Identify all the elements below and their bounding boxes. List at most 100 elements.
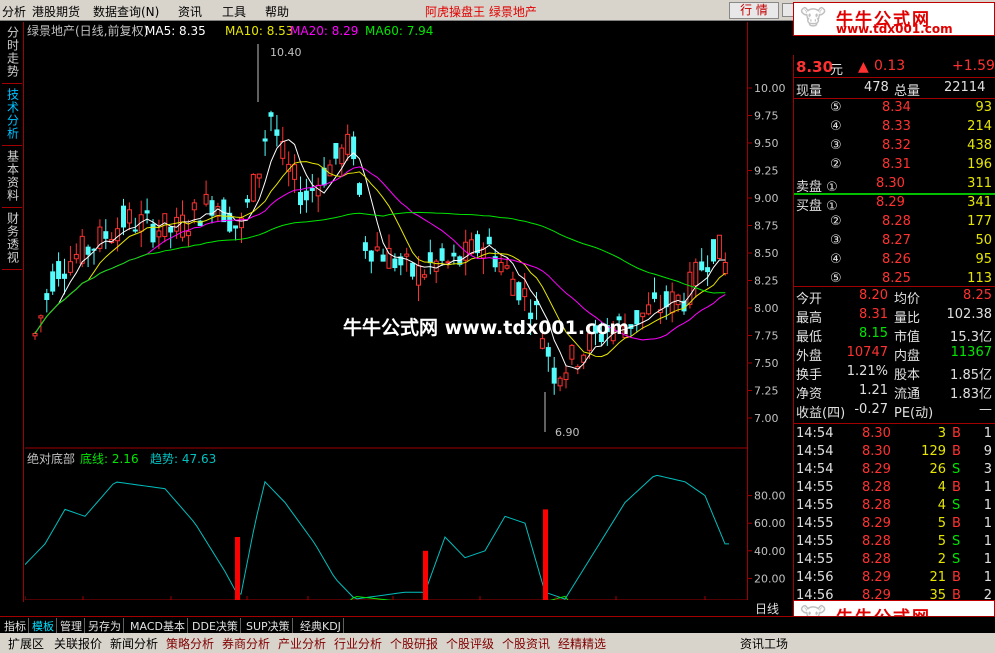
candle-body (215, 206, 221, 217)
menu-tools[interactable]: 工具 (222, 3, 246, 20)
candle-body (333, 143, 339, 159)
bottom-sector[interactable]: 行业分析 (334, 635, 382, 652)
price-tick: 8.50 (754, 247, 779, 260)
tab-technical[interactable]: 技术分析 (2, 88, 22, 146)
bottom-selection[interactable]: 经精精选 (558, 635, 606, 652)
tab-sup[interactable]: SUP决策 (244, 618, 293, 634)
stat-value: 1.21% (846, 364, 888, 379)
candle-body (256, 173, 262, 179)
bid-level: ② (830, 214, 842, 229)
tick-time: 14:55 (796, 480, 834, 495)
candle-body (62, 273, 67, 279)
menu-analysis[interactable]: 分析 (2, 3, 26, 20)
candle-body (303, 190, 309, 201)
stat-value: 1.21 (859, 383, 888, 398)
tick-side: S (952, 552, 961, 567)
menu-news[interactable]: 资讯 (178, 3, 202, 20)
stat-value: 1.85亿 (950, 368, 992, 383)
tick-price: 8.28 (862, 552, 891, 567)
tab-finance[interactable]: 财务透视 (2, 212, 22, 270)
logo-banner-top: 🐮 牛牛公式网 www.tdx001.com (793, 2, 995, 36)
bid-volume: 177 (967, 214, 992, 229)
tab-kdj[interactable]: 经典KDJ (298, 618, 344, 634)
candle-body (545, 347, 551, 357)
period-label[interactable]: 日线 (755, 600, 779, 617)
bottom-ext-area[interactable]: 扩展区 (8, 635, 44, 652)
kline-chart[interactable]: 绿景地产(日线,前复权) MA5: 8.35 MA10: 8.53 MA20: … (25, 22, 747, 600)
menu-help[interactable]: 帮助 (265, 3, 289, 20)
menu-hk-futures[interactable]: 港股期货 (32, 3, 80, 20)
quote-row: 最低 8.15 市值 15.3亿 (794, 326, 995, 345)
bid-volume: 113 (967, 271, 992, 286)
ask-price: 8.33 (882, 119, 911, 134)
candle-body (280, 141, 286, 159)
bottom-signal-bar (543, 509, 548, 600)
bottom-stock-news[interactable]: 个股资讯 (502, 635, 550, 652)
candle-body (191, 202, 197, 211)
stat-label: 换手 (796, 368, 823, 383)
candle-body (144, 210, 150, 214)
tab-indicator[interactable]: 指标 (2, 618, 29, 634)
mood-button[interactable]: 行 情 (729, 2, 779, 19)
bid-volume: 95 (975, 252, 992, 267)
candle-body (699, 261, 705, 271)
menu-data-query[interactable]: 数据查询(N) (93, 3, 159, 20)
stat-label: 市值 (894, 330, 921, 345)
ask-price: 8.30 (876, 176, 905, 191)
candle-body (569, 344, 575, 360)
window-title: 阿虎操盘王 绿景地产 (425, 5, 537, 19)
tick-time: 14:55 (796, 552, 834, 567)
up-arrow-icon: ▲ (858, 59, 869, 75)
bottom-broker[interactable]: 券商分析 (222, 635, 270, 652)
bottom-industry[interactable]: 产业分析 (278, 635, 326, 652)
candle-body (309, 188, 315, 191)
stat-value: 10747 (846, 345, 888, 360)
ask-volume: 93 (975, 100, 992, 115)
candle-body (38, 315, 44, 319)
quote-row: 外盘 10747 内盘 11367 (794, 345, 995, 364)
quote-row: ③ 8.27 50 (794, 233, 995, 251)
candle-body (67, 261, 73, 273)
candle-body (410, 262, 416, 277)
tab-template[interactable]: 模板 (30, 618, 57, 634)
ask-level: ③ (830, 138, 842, 153)
bottom-rating[interactable]: 个股评级 (446, 635, 494, 652)
total-volume-label: 总量 (894, 84, 921, 99)
bottom-related-quote[interactable]: 关联报价 (54, 635, 102, 652)
tick-side: B (952, 426, 961, 441)
quote-row: 今开 8.20 均价 8.25 (794, 288, 995, 307)
quote-row: 14:56 8.29 21 B 1 (794, 570, 995, 588)
stat-value: 8.15 (859, 326, 888, 341)
ask-price: 8.32 (882, 138, 911, 153)
bid-level: ④ (830, 252, 842, 267)
indicator-tick: 20.00 (754, 572, 786, 585)
price-change: 0.13 (874, 58, 906, 74)
candle-body (268, 112, 274, 117)
logo-cow-icon: 🐮 (800, 6, 827, 31)
bottom-strategy[interactable]: 策略分析 (166, 635, 214, 652)
candle-body (427, 252, 433, 264)
bottom-news-analysis[interactable]: 新闻分析 (110, 635, 158, 652)
tab-macd[interactable]: MACD基本 (128, 618, 188, 634)
bid-price: 8.29 (876, 195, 905, 210)
tick-time: 14:56 (796, 570, 834, 585)
stat-label: 最高 (796, 311, 823, 326)
tab-intraday[interactable]: 分时走势 (2, 26, 22, 84)
candle-body (174, 216, 180, 232)
tab-save-as[interactable]: 另存为 (86, 618, 124, 634)
tab-intraday-label: 分时走势 (5, 26, 20, 78)
bottom-news-factory[interactable]: 资讯工场 (740, 635, 788, 652)
ask-price: 8.31 (882, 157, 911, 172)
candle-body (132, 229, 138, 232)
tab-basics[interactable]: 基本资料 (2, 150, 22, 208)
current-volume-label: 现量 (796, 84, 823, 99)
candle-body (168, 226, 174, 233)
low-marker: 6.90 (555, 426, 580, 439)
tab-manage[interactable]: 管理 (58, 618, 85, 634)
candle-body (233, 225, 239, 229)
bottom-research[interactable]: 个股研报 (390, 635, 438, 652)
bid-level: ⑤ (830, 271, 842, 286)
candle-body (504, 265, 510, 269)
tab-dde[interactable]: DDE决策 (190, 618, 241, 634)
quote-row: 14:55 8.28 4 S 1 (794, 498, 995, 516)
